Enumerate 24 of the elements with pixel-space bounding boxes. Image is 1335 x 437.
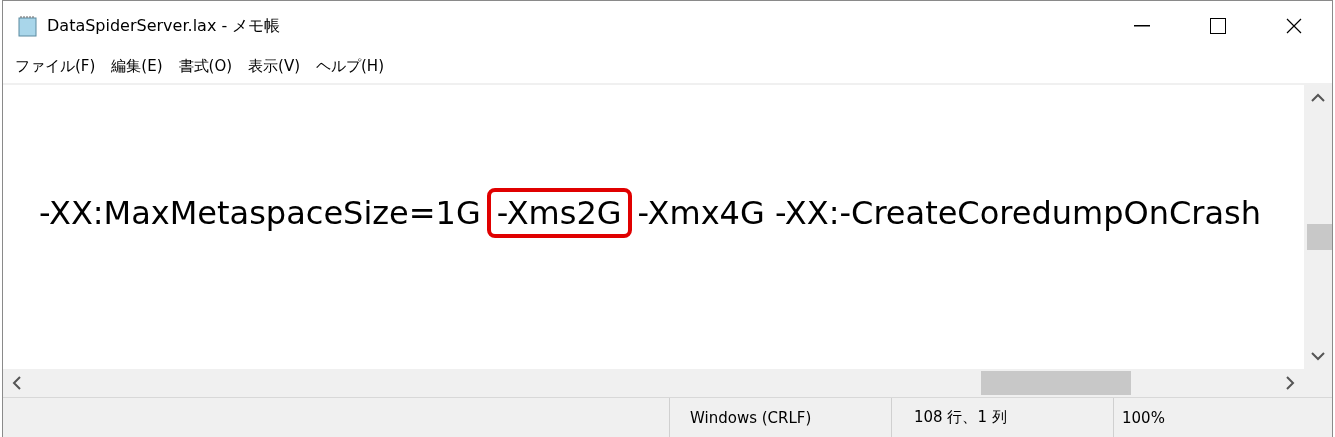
- chevron-right-icon: [1285, 376, 1295, 391]
- highlighted-text: -Xms2G: [486, 188, 632, 239]
- menu-item[interactable]: 書式(O): [172, 53, 241, 81]
- horizontal-scrollbar[interactable]: [3, 369, 1332, 398]
- menu-item[interactable]: ファイル(F): [9, 53, 104, 81]
- chevron-left-icon: [12, 376, 22, 391]
- status-text: 108 行、1 列: [892, 398, 1114, 437]
- window-title: DataSpiderServer.lax - メモ帳: [47, 15, 282, 37]
- status-text: 100%: [1121, 407, 1166, 429]
- scrollbar-thumb[interactable]: [981, 371, 1131, 396]
- menu-item[interactable]: 編集(E): [105, 53, 171, 81]
- menu-item[interactable]: ヘルプ(H): [310, 53, 392, 81]
- menu-item[interactable]: 表示(V): [242, 53, 308, 81]
- scrollbar-thumb[interactable]: [1307, 224, 1332, 251]
- editor-text: -Xmx4G -XX:-CreateCoredumpOnCrash: [636, 193, 1263, 235]
- notepad-icon: [17, 15, 39, 37]
- minimize-icon: [1134, 25, 1150, 27]
- vertical-scrollbar[interactable]: [1304, 84, 1332, 370]
- chevron-down-icon: [1311, 351, 1325, 362]
- editor-text: -XX:MaxMetaspaceSize=1G: [38, 193, 482, 235]
- maximize-icon: [1210, 18, 1226, 34]
- close-icon: [1286, 18, 1302, 34]
- chevron-up-icon: [1311, 92, 1325, 103]
- status-text: Windows (CRLF): [670, 398, 892, 437]
